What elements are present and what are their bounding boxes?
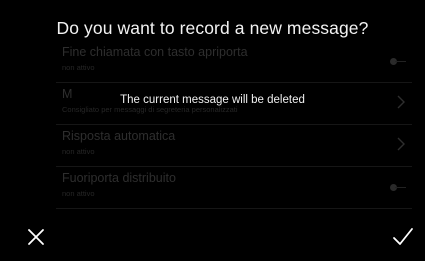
dialog-message: The current message will be deleted (120, 94, 305, 106)
setting-title: Fuoriporta distribuito (62, 171, 176, 185)
settings-list: Fine chiamata con tasto apriporta non at… (0, 0, 425, 261)
setting-subtitle: non attivo (62, 63, 95, 72)
dialog-title: Do you want to record a new message? (56, 18, 369, 38)
record-message-screen: Fine chiamata con tasto apriporta non at… (0, 0, 425, 261)
toggle-icon[interactable] (390, 184, 406, 191)
toggle-icon[interactable] (390, 58, 406, 65)
chevron-right-icon (396, 137, 406, 151)
setting-row-risposta-automatica[interactable]: Risposta automatica non attivo (56, 126, 412, 167)
setting-subtitle: Consigliato per messaggi di segreteria p… (62, 105, 238, 114)
setting-title: Fine chiamata con tasto apriporta (62, 45, 248, 59)
confirm-button[interactable] (389, 223, 417, 251)
check-icon (393, 228, 413, 245)
cancel-button[interactable] (22, 223, 50, 251)
setting-row-fuoriporta-distribuito[interactable]: Fuoriporta distribuito non attivo (56, 168, 412, 209)
setting-subtitle: non attivo (62, 189, 95, 198)
close-icon (28, 229, 44, 245)
setting-title: Risposta automatica (62, 129, 176, 143)
setting-row-fine-chiamata[interactable]: Fine chiamata con tasto apriporta non at… (56, 42, 412, 83)
setting-subtitle: non attivo (62, 147, 95, 156)
